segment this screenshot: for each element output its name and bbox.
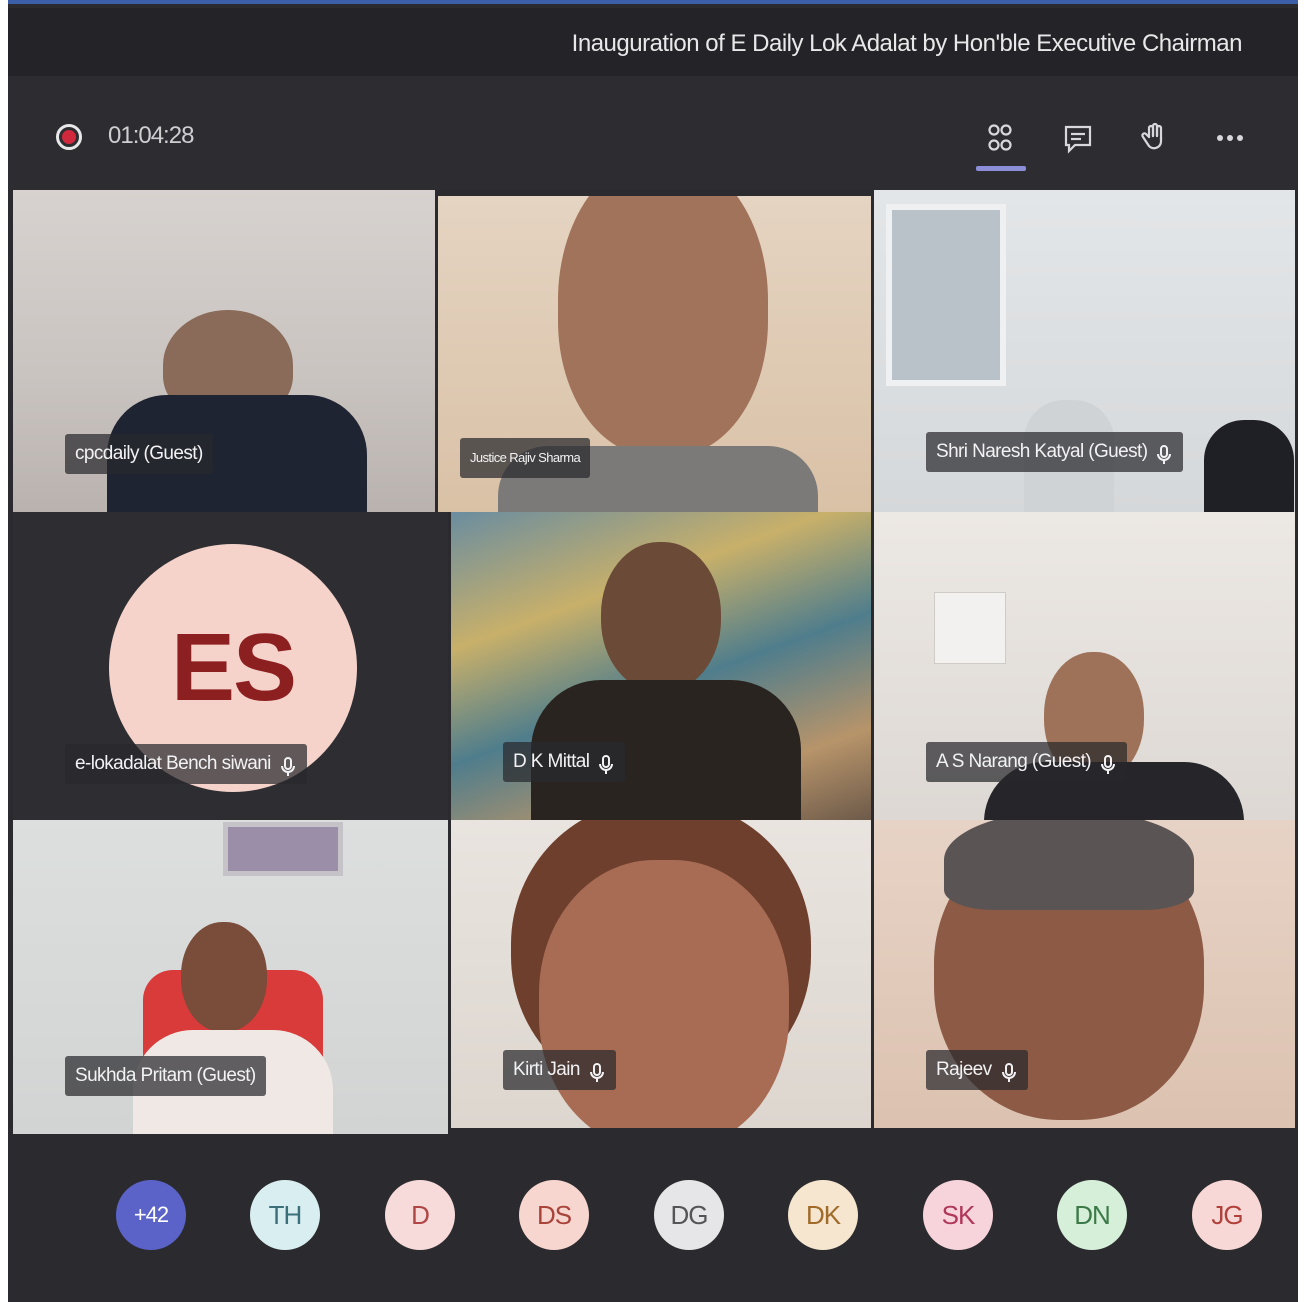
microphone-icon [1000, 1059, 1018, 1082]
recording-icon [56, 124, 82, 150]
participant-video [601, 542, 721, 692]
participant-name: Rajeev [936, 1059, 992, 1080]
participant-name: e-lokadalat Bench siwani [75, 753, 271, 774]
avatar-initials: ES [170, 614, 297, 721]
participant-name: Justice Rajiv Sharma [470, 450, 581, 465]
microphone-icon [1099, 751, 1117, 774]
participant-name-tag: A S Narang (Guest) [926, 742, 1127, 782]
microphone-icon [279, 753, 297, 776]
participant-name-tag: Shri Naresh Katyal (Guest) [926, 432, 1184, 472]
participant-avatar[interactable]: SK [923, 1180, 993, 1250]
microphone-icon [588, 1059, 606, 1082]
participant-name: D K Mittal [513, 751, 590, 772]
video-tile-cpcdaily[interactable]: cpcdaily (Guest) [13, 190, 435, 512]
video-tile-as-narang[interactable]: A S Narang (Guest) [874, 512, 1295, 820]
participant-name-tag: cpcdaily (Guest) [65, 434, 213, 474]
recording-timer: 01:04:28 [108, 122, 194, 149]
participant-avatar[interactable]: DS [519, 1180, 589, 1250]
participant-video-frame [223, 822, 343, 876]
participant-avatar[interactable]: DK [788, 1180, 858, 1250]
video-tile-dk-mittal[interactable]: D K Mittal [451, 512, 871, 820]
overflow-participants-bar: +42 TH D DS DG DK SK DN JG [8, 1136, 1298, 1302]
video-tile-naresh-katyal[interactable]: Shri Naresh Katyal (Guest) [874, 190, 1295, 512]
more-participants-button[interactable]: +42 [116, 1180, 186, 1250]
raise-hand-icon[interactable] [1130, 114, 1178, 162]
participant-video-hair [944, 820, 1194, 910]
participant-video [558, 196, 768, 456]
participant-name-tag: Kirti Jain [503, 1050, 616, 1090]
participant-avatar[interactable]: TH [250, 1180, 320, 1250]
participant-avatar[interactable]: DN [1057, 1180, 1127, 1250]
participant-name: Sukhda Pritam (Guest) [75, 1065, 256, 1086]
participant-name: Shri Naresh Katyal (Guest) [936, 441, 1148, 462]
microphone-icon [597, 751, 615, 774]
participant-video [1204, 420, 1294, 512]
participant-avatar[interactable]: D [385, 1180, 455, 1250]
participant-video-poster [934, 592, 1006, 664]
video-tile-rajeev[interactable]: Rajeev [874, 820, 1295, 1128]
participant-name: A S Narang (Guest) [936, 751, 1092, 772]
video-tile-e-lokadalat[interactable]: ES e-lokadalat Bench siwani [13, 512, 448, 820]
participant-name-tag: Justice Rajiv Sharma [460, 438, 591, 478]
video-grid: cpcdaily (Guest) Justice Rajiv Sharma Sh… [13, 190, 1295, 1134]
participant-video [181, 922, 267, 1032]
participant-name: cpcdaily (Guest) [75, 443, 203, 464]
more-options-icon[interactable] [1206, 114, 1254, 162]
participant-name-tag: D K Mittal [503, 742, 626, 782]
title-bar: Inauguration of E Daily Lok Adalat by Ho… [8, 8, 1298, 76]
video-tile-sukhda-pritam[interactable]: Sukhda Pritam (Guest) [13, 820, 448, 1134]
video-tile-rajiv-sharma[interactable]: Justice Rajiv Sharma [438, 196, 871, 512]
people-icon[interactable] [976, 114, 1024, 162]
video-tile-kirti-jain[interactable]: Kirti Jain [451, 820, 871, 1128]
microphone-icon [1155, 441, 1173, 464]
participant-name: Kirti Jain [513, 1059, 580, 1080]
participant-avatar[interactable]: DG [654, 1180, 724, 1250]
chat-icon[interactable] [1054, 114, 1102, 162]
participant-avatar[interactable]: JG [1192, 1180, 1262, 1250]
meeting-toolbar: 01:04:28 [8, 76, 1298, 190]
participant-video-window [886, 204, 1006, 386]
people-tab-indicator [976, 166, 1026, 171]
meeting-title: Inauguration of E Daily Lok Adalat by Ho… [571, 30, 1243, 57]
participant-name-tag: e-lokadalat Bench siwani [65, 744, 307, 784]
meeting-window: Inauguration of E Daily Lok Adalat by Ho… [8, 0, 1298, 1302]
participant-name-tag: Sukhda Pritam (Guest) [65, 1056, 266, 1096]
participant-name-tag: Rajeev [926, 1050, 1028, 1090]
